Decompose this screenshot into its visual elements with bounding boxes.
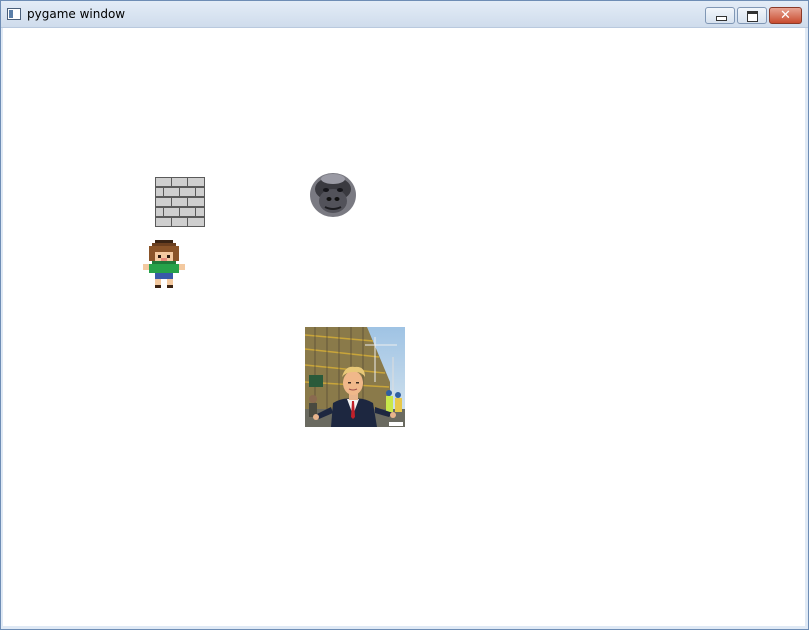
- close-icon: ✕: [780, 8, 791, 23]
- man-in-suit-photo-sprite: [305, 327, 405, 427]
- title-bar[interactable]: pygame window ✕: [1, 1, 808, 28]
- minimize-button[interactable]: [705, 7, 735, 24]
- window-title: pygame window: [27, 7, 126, 21]
- brick-wall-sprite: [155, 177, 205, 227]
- pygame-app-icon: [7, 8, 21, 20]
- game-canvas[interactable]: [3, 28, 805, 626]
- pygame-window: pygame window ✕: [0, 0, 809, 630]
- minimize-icon: [716, 16, 727, 21]
- gorilla-face-sprite: [310, 173, 356, 217]
- maximize-button[interactable]: [737, 7, 767, 24]
- pixel-girl-sprite: [143, 240, 185, 288]
- maximize-icon: [747, 11, 758, 22]
- close-button[interactable]: ✕: [769, 7, 802, 24]
- caption-buttons: ✕: [703, 7, 802, 25]
